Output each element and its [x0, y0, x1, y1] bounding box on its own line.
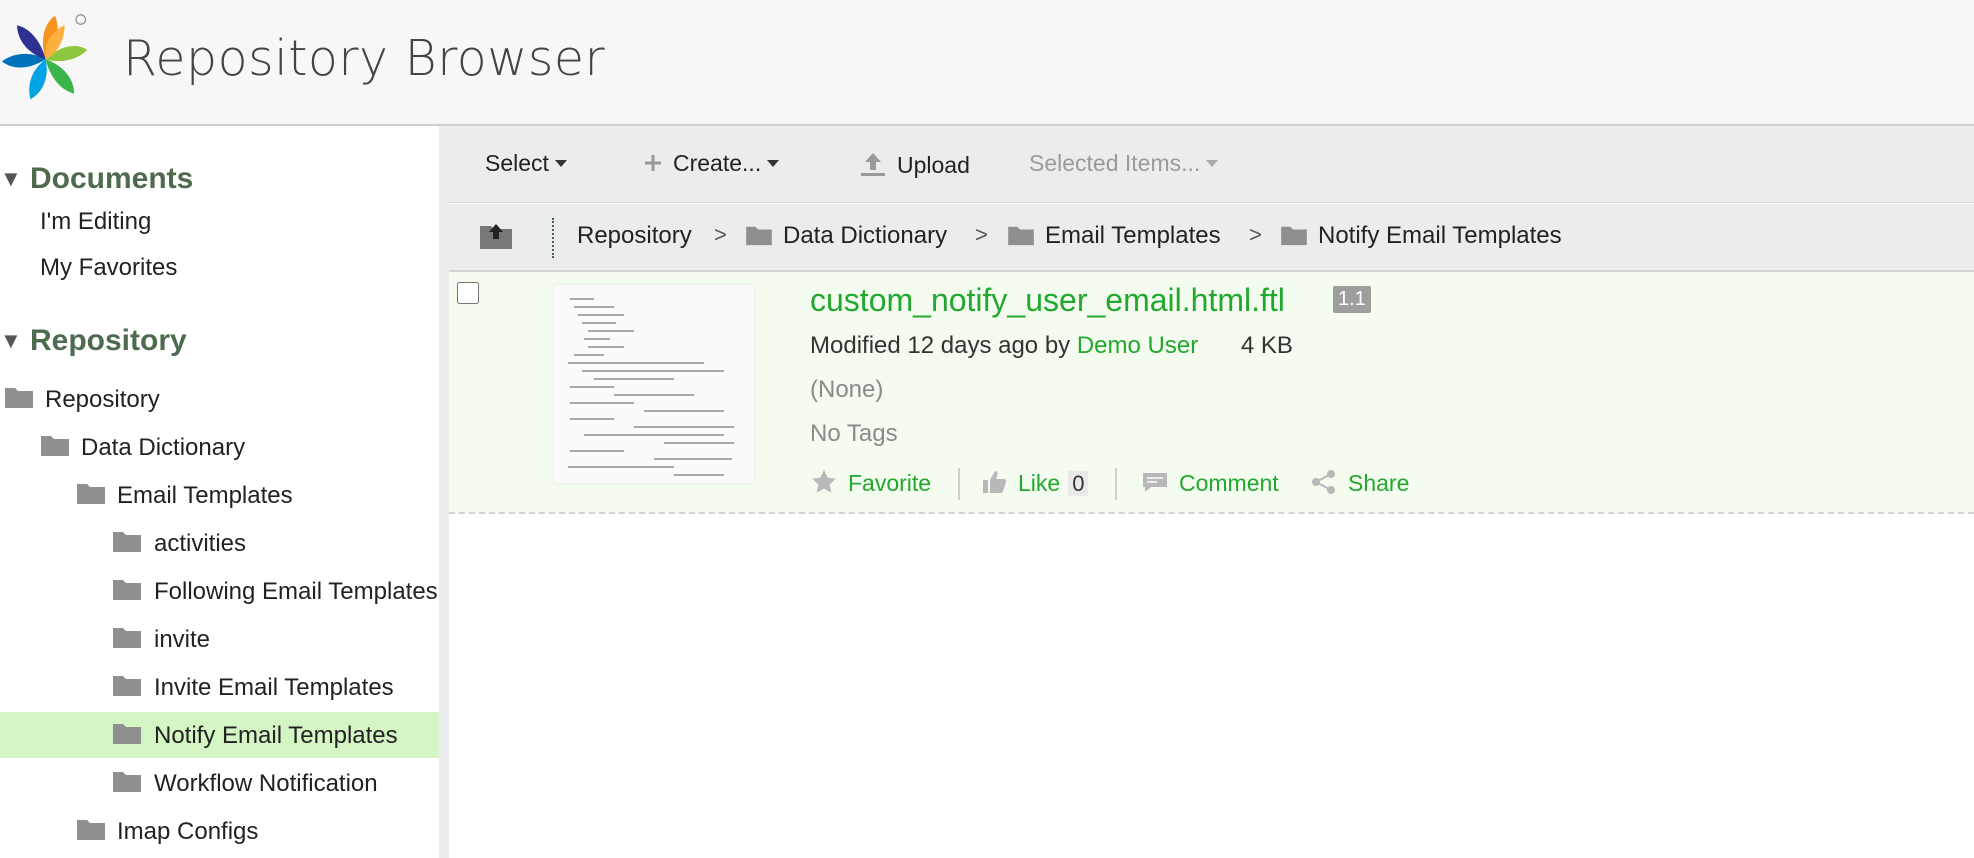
sidebar-link-im-editing[interactable]: I'm Editing — [40, 208, 151, 236]
breadcrumb-separator: > — [1249, 222, 1262, 247]
document-description: (None) — [810, 376, 884, 403]
favorite-action[interactable]: Favorite — [810, 468, 931, 497]
document-name-link[interactable]: custom_notify_user_email.html.ftl — [810, 282, 1285, 319]
create-menu-button[interactable]: Create... — [643, 150, 780, 177]
chevron-down-icon — [554, 160, 567, 167]
comment-label: Comment — [1179, 470, 1279, 496]
create-label: Create... — [673, 150, 762, 176]
tree-item-invite-email-templates[interactable]: Invite Email Templates — [0, 664, 439, 710]
breadcrumb-separator: > — [714, 222, 727, 247]
like-count: 0 — [1068, 471, 1089, 496]
sidebar: ▼ Documents I'm Editing My Favorites ▼ Rep… — [0, 126, 449, 858]
tree-item-label: Data Dictionary — [81, 434, 246, 461]
page-title: Repository Browser — [123, 30, 606, 87]
sidebar-link-my-favorites[interactable]: My Favorites — [40, 254, 177, 282]
like-label: Like — [1018, 470, 1061, 496]
folder-icon — [5, 388, 33, 408]
repository-heading: Repository — [30, 324, 187, 357]
upload-icon — [861, 153, 885, 176]
document-meta: Modified 12 days ago by Demo User 4 KB — [810, 332, 1293, 360]
tree-item-label: invite — [154, 626, 211, 653]
upload-button[interactable]: Upload — [859, 150, 970, 179]
breadcrumb-label: Data Dictionary — [783, 222, 948, 249]
document-select-checkbox[interactable] — [457, 282, 479, 304]
breadcrumb-item-repository[interactable]: Repository — [577, 222, 692, 250]
select-label: Select — [485, 150, 549, 176]
selected-items-menu[interactable]: Selected Items... — [1029, 150, 1219, 177]
tree-item-repository[interactable]: Repository — [0, 376, 439, 422]
document-tags: No Tags — [810, 420, 898, 447]
folder-icon — [113, 724, 141, 744]
tree-item-email-templates[interactable]: Email Templates — [0, 472, 439, 518]
documents-section-toggle[interactable]: ▼ Documents — [0, 162, 193, 196]
folder-icon — [113, 772, 141, 792]
breadcrumb-item-notify-email-templates[interactable]: Notify Email Templates — [1280, 222, 1562, 250]
collapse-triangle-icon: ▼ — [0, 328, 22, 353]
breadcrumb-item-data-dictionary[interactable]: Data Dictionary — [745, 222, 947, 250]
modified-by-user-link[interactable]: Demo User — [1077, 332, 1198, 359]
favorite-label: Favorite — [848, 470, 932, 496]
upload-label: Upload — [897, 152, 970, 178]
app-header: Repository Browser — [0, 0, 1974, 126]
action-divider — [1115, 468, 1117, 500]
star-icon — [812, 470, 836, 493]
collapse-triangle-icon: ▼ — [0, 166, 22, 191]
tree-item-imap-configs[interactable]: Imap Configs — [0, 808, 439, 854]
tree-item-label: Email Templates — [117, 482, 293, 509]
tree-item-label: Notify Email Templates — [154, 722, 398, 749]
like-action[interactable]: Like 0 — [980, 468, 1089, 497]
breadcrumb-label: Email Templates — [1045, 222, 1221, 249]
main-content: Select Create... Upload Selected Items..… — [449, 126, 1974, 858]
version-badge: 1.1 — [1333, 286, 1371, 313]
action-divider — [958, 468, 960, 500]
thumbs-up-icon — [983, 471, 1007, 493]
tree-item-label: Following Email Templates — [154, 578, 438, 605]
breadcrumb: Repository > Data Dictionary > Email Tem… — [449, 204, 1974, 272]
folder-icon — [1281, 226, 1307, 246]
share-action[interactable]: Share — [1310, 468, 1409, 497]
tree-item-following-email-templates[interactable]: Following Email Templates — [0, 568, 439, 614]
selected-items-label: Selected Items... — [1029, 150, 1201, 176]
share-label: Share — [1348, 470, 1410, 496]
comment-icon — [1143, 473, 1167, 492]
breadcrumb-item-email-templates[interactable]: Email Templates — [1007, 222, 1221, 250]
tree-item-label: Invite Email Templates — [154, 674, 394, 701]
document-row: custom_notify_user_email.html.ftl 1.1 Mo… — [449, 272, 1974, 514]
select-menu-button[interactable]: Select — [485, 150, 567, 177]
document-thumbnail[interactable] — [553, 284, 755, 484]
tree-item-invite[interactable]: invite — [0, 616, 439, 662]
folder-icon — [746, 226, 772, 246]
folder-icon — [77, 484, 105, 504]
repository-section-toggle[interactable]: ▼ Repository — [0, 324, 187, 358]
documents-heading: Documents — [30, 162, 194, 195]
modified-text: Modified 12 days ago by — [810, 332, 1071, 359]
comment-action[interactable]: Comment — [1141, 468, 1279, 497]
separator — [552, 218, 554, 258]
tree-item-label: Imap Configs — [117, 818, 259, 845]
file-size: 4 KB — [1240, 332, 1293, 359]
tree-item-data-dictionary[interactable]: Data Dictionary — [0, 424, 439, 470]
folder-icon — [113, 580, 141, 600]
chevron-down-icon — [1206, 160, 1219, 167]
breadcrumb-label: Notify Email Templates — [1318, 222, 1562, 249]
toolbar: Select Create... Upload Selected Items..… — [449, 126, 1974, 203]
folder-icon — [41, 436, 69, 456]
folder-icon — [113, 532, 141, 552]
plus-icon — [645, 155, 661, 171]
folder-icon — [1008, 226, 1034, 246]
tree-item-notify-email-templates[interactable]: Notify Email Templates — [0, 712, 439, 758]
folder-up-icon[interactable] — [479, 220, 513, 250]
tree-item-label: Repository — [45, 386, 160, 413]
tree-item-workflow-notification[interactable]: Workflow Notification — [0, 760, 439, 806]
tree-item-label: Workflow Notification — [154, 770, 378, 797]
folder-icon — [113, 628, 141, 648]
alfresco-logo-icon — [1, 14, 88, 100]
chevron-down-icon — [767, 160, 780, 167]
tree-item-label: activities — [154, 530, 247, 557]
tree-item-activities[interactable]: activities — [0, 520, 439, 566]
share-icon — [1312, 470, 1335, 494]
breadcrumb-separator: > — [975, 222, 988, 247]
folder-icon — [77, 820, 105, 840]
folder-icon — [113, 676, 141, 696]
